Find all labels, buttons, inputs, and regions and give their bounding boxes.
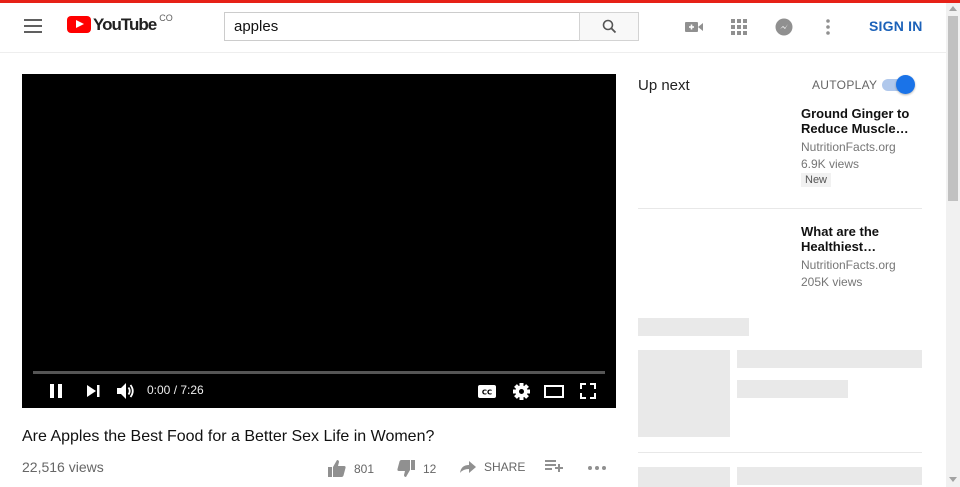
- autoplay-toggle-knob[interactable]: [896, 75, 915, 94]
- playlist-add-icon: [545, 460, 563, 472]
- loading-placeholder: [638, 318, 749, 336]
- video-player[interactable]: 0:00 / 7:26 CC: [22, 74, 616, 408]
- page-scrollbar[interactable]: [946, 3, 960, 487]
- logo-text: YouTube: [93, 15, 157, 34]
- settings-gear-icon[interactable]: [510, 380, 532, 402]
- theater-mode-icon[interactable]: [542, 380, 566, 402]
- share-arrow-icon: [460, 461, 476, 473]
- more-vert-icon[interactable]: [818, 17, 838, 37]
- share-label: SHARE: [484, 460, 526, 474]
- more-horiz-icon: [588, 466, 606, 470]
- more-actions-button[interactable]: [588, 466, 614, 470]
- loading-thumbnail-placeholder: [638, 350, 730, 437]
- dislike-count: 12: [423, 461, 437, 476]
- volume-icon[interactable]: [115, 380, 137, 402]
- country-code: CO: [159, 13, 173, 23]
- view-count: 22,516 views: [22, 459, 104, 475]
- svg-text:CC: CC: [482, 388, 492, 396]
- autoplay-label: AUTOPLAY: [812, 78, 878, 92]
- loading-placeholder: [737, 380, 848, 398]
- search-input[interactable]: apples: [224, 12, 580, 41]
- like-button[interactable]: 801: [328, 460, 374, 477]
- messages-icon[interactable]: [774, 17, 794, 37]
- time-display: 0:00 / 7:26: [147, 383, 204, 397]
- scrollbar-thumb[interactable]: [948, 16, 958, 201]
- divider: [638, 452, 922, 453]
- progress-bar[interactable]: [33, 371, 605, 374]
- play-logo-icon: [67, 16, 91, 33]
- captions-icon[interactable]: CC: [476, 380, 498, 402]
- scroll-up-arrow-icon[interactable]: [949, 6, 957, 11]
- create-video-icon[interactable]: [684, 17, 704, 37]
- sign-in-button[interactable]: SIGN IN: [869, 18, 923, 34]
- search-icon: [602, 19, 616, 34]
- recommendation-channel: NutritionFacts.org: [801, 140, 896, 154]
- loading-placeholder: [737, 467, 922, 485]
- divider: [638, 208, 922, 209]
- loading-placeholder: [737, 350, 922, 368]
- masthead: YouTube CO apples SIGN IN: [0, 3, 946, 53]
- next-icon[interactable]: [83, 380, 103, 402]
- scroll-down-arrow-icon[interactable]: [949, 477, 957, 482]
- pause-icon[interactable]: [46, 380, 66, 402]
- loading-thumbnail-placeholder: [638, 467, 730, 487]
- like-count: 801: [354, 461, 375, 476]
- recommendation-title[interactable]: What are the Healthiest…: [801, 224, 921, 254]
- share-button[interactable]: SHARE: [460, 460, 525, 474]
- thumbs-down-icon: [397, 460, 415, 477]
- fullscreen-icon[interactable]: [577, 380, 599, 402]
- new-badge: New: [801, 173, 832, 187]
- recommendation-channel: NutritionFacts.org: [801, 258, 896, 272]
- video-title: Are Apples the Best Food for a Better Se…: [22, 428, 435, 445]
- thumbs-up-icon: [328, 460, 346, 477]
- youtube-logo[interactable]: YouTube CO: [67, 13, 173, 34]
- dislike-button[interactable]: 12: [397, 460, 436, 477]
- search-button[interactable]: [579, 12, 639, 41]
- menu-icon[interactable]: [24, 19, 42, 33]
- recommendation-views: 6.9K views: [801, 157, 860, 171]
- add-to-playlist-button[interactable]: [545, 460, 571, 472]
- recommendation-views: 205K views: [801, 275, 863, 289]
- apps-grid-icon[interactable]: [729, 17, 749, 37]
- recommendation-title[interactable]: Ground Ginger to Reduce Muscle…: [801, 106, 921, 136]
- up-next-heading: Up next: [638, 77, 690, 94]
